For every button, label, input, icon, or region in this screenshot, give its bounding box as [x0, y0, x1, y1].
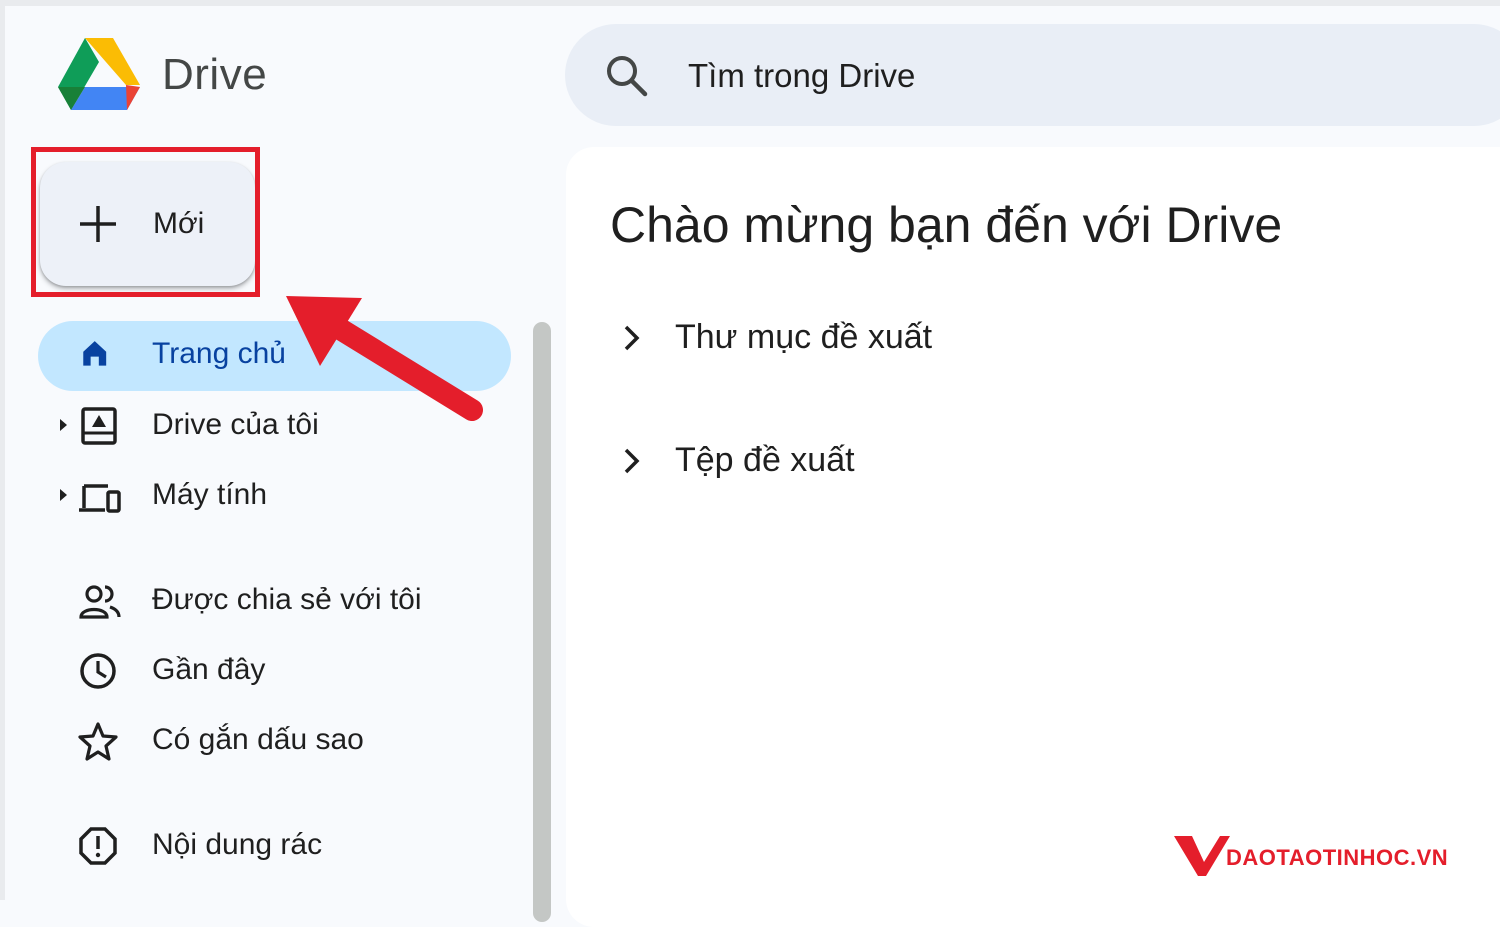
section-label: Thư mục đề xuất [675, 318, 933, 356]
sidebar-item-label: Trang chủ [152, 337, 286, 370]
sidebar-item-computers[interactable]: Máy tính [40, 464, 510, 526]
watermark-text: DAOTAOTINHOC.VN [1226, 845, 1449, 870]
drive-logo-icon[interactable] [58, 38, 140, 112]
sidebar-item-shared-with-me[interactable]: Được chia sẻ với tôi [40, 569, 510, 631]
section-label: Tệp đề xuất [675, 441, 855, 479]
shared-people-icon [79, 585, 121, 619]
home-icon [83, 341, 107, 366]
sidebar-item-starred[interactable]: Có gắn dấu sao [40, 709, 510, 771]
window-top-edge [0, 0, 1500, 6]
sidebar-item-label: Nội dung rác [152, 828, 323, 861]
chevron-right-icon[interactable] [621, 322, 643, 354]
search-icon[interactable] [605, 54, 649, 98]
app-title: Drive [162, 50, 268, 99]
window-left-edge [0, 0, 5, 900]
highlight-box [31, 147, 260, 297]
star-icon [78, 722, 118, 761]
sidebar-item-spam[interactable]: Nội dung rác [40, 814, 510, 876]
main-content-panel [566, 147, 1500, 927]
chevron-right-icon[interactable] [621, 445, 643, 477]
sidebar-item-label: Gần đây [152, 653, 266, 686]
sidebar-item-label: Được chia sẻ với tôi [152, 583, 422, 616]
annotation-arrow-icon [286, 296, 483, 421]
sidebar-scrollbar[interactable] [533, 322, 551, 922]
expand-caret-icon[interactable] [58, 488, 68, 502]
search-input[interactable]: Tìm trong Drive [688, 57, 915, 95]
spam-icon [79, 827, 117, 865]
computers-icon [79, 484, 121, 513]
my-drive-icon [81, 407, 117, 445]
expand-caret-icon[interactable] [58, 418, 68, 432]
page-title: Chào mừng bạn đến với Drive [610, 197, 1283, 253]
suggested-files-section[interactable]: Tệp đề xuất [615, 431, 1015, 491]
clock-icon [80, 653, 116, 689]
sidebar-item-recent[interactable]: Gần đây [40, 639, 510, 701]
sidebar-item-label: Có gắn dấu sao [152, 723, 364, 756]
sidebar-item-label: Máy tính [152, 478, 268, 511]
suggested-folders-section[interactable]: Thư mục đề xuất [615, 308, 1015, 368]
